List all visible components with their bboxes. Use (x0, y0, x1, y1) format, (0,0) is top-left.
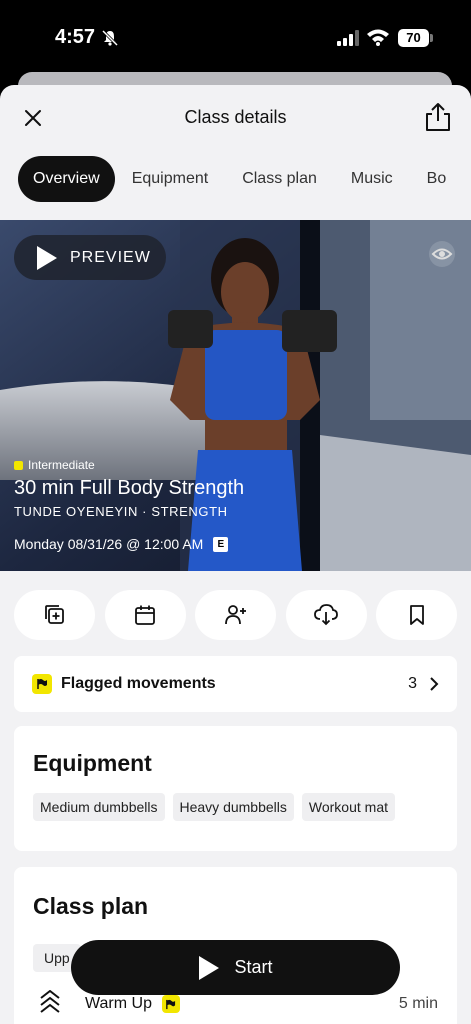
preview-button[interactable]: PREVIEW (14, 235, 166, 280)
battery-tip (430, 34, 433, 42)
invite-friends-button[interactable] (195, 590, 276, 640)
calendar-icon (135, 605, 155, 625)
flag-icon (37, 679, 47, 689)
download-icon (314, 604, 338, 626)
status-bar: 4:57 70 (0, 0, 471, 74)
tab-overflow[interactable]: Bo (410, 156, 464, 202)
expand-segment-icon (40, 990, 60, 1013)
bookmark-icon (409, 605, 424, 625)
equipment-list: Medium dumbbells Heavy dumbbells Workout… (33, 793, 438, 821)
preview-label: PREVIEW (70, 248, 151, 266)
battery-indicator: 70 (398, 29, 429, 47)
class-datetime: Monday 08/31/26 @ 12:00 AM (14, 536, 204, 552)
flagged-movements-row[interactable]: Flagged movements 3 (14, 656, 457, 712)
class-hero-image[interactable]: PREVIEW Intermediate 30 min Full Body St… (0, 220, 471, 571)
class-plan-item-duration: 5 min (398, 995, 438, 1012)
download-button[interactable] (285, 590, 367, 640)
class-plan-item-name: Warm Up (85, 995, 152, 1012)
start-label: Start (234, 957, 273, 977)
difficulty-level: Intermediate (14, 458, 95, 472)
flag-badge (161, 995, 180, 1013)
tab-equipment[interactable]: Equipment (115, 156, 226, 202)
share-icon[interactable] (422, 101, 454, 133)
equipment-chip: Workout mat (301, 793, 395, 821)
add-to-stack-button[interactable] (14, 590, 95, 640)
play-icon (199, 955, 220, 980)
equipment-section: Equipment Medium dumbbells Heavy dumbbel… (14, 726, 457, 851)
play-icon (37, 245, 57, 270)
tab-bar: Overview Equipment Class plan Music Bo (18, 156, 471, 202)
add-to-stack-icon (44, 605, 64, 624)
signal-icon (337, 30, 359, 46)
flagged-movements-label: Flagged movements (61, 675, 216, 692)
class-title: 30 min Full Body Strength (14, 477, 245, 499)
explicit-badge: E (213, 536, 229, 552)
flag-badge (32, 674, 52, 694)
level-indicator (14, 460, 23, 470)
start-button[interactable]: Start (71, 940, 400, 995)
captions-icon[interactable] (428, 240, 456, 268)
bell-slash-icon (101, 29, 119, 47)
class-plan-item[interactable]: Warm Up 5 min (33, 990, 438, 1016)
instructor-and-category: TUNDE OYENEYIN · STRENGTH (14, 504, 228, 519)
equipment-chip: Medium dumbbells (33, 793, 165, 821)
flag-icon (166, 999, 176, 1009)
equipment-chip: Heavy dumbbells (172, 793, 294, 821)
schedule-button[interactable] (104, 590, 186, 640)
action-buttons-row (14, 590, 457, 640)
tab-music[interactable]: Music (334, 156, 410, 202)
invite-friends-icon (224, 605, 246, 625)
wifi-icon (367, 29, 389, 46)
class-details-sheet: Class details Overview Equipment Class p… (0, 85, 471, 1024)
flagged-movements-count: 3 (408, 675, 417, 692)
level-label: Intermediate (28, 458, 95, 472)
class-date-row: Monday 08/31/26 @ 12:00 AM E (14, 536, 229, 552)
tab-overview[interactable]: Overview (18, 156, 115, 202)
sheet-header: Class details (0, 85, 471, 151)
equipment-title: Equipment (33, 750, 152, 776)
class-plan-title: Class plan (33, 893, 149, 919)
bookmark-button[interactable] (376, 590, 457, 640)
chevron-right-icon (430, 677, 439, 691)
status-time: 4:57 (55, 26, 96, 48)
tab-class-plan[interactable]: Class plan (225, 156, 334, 202)
page-title: Class details (184, 107, 287, 127)
